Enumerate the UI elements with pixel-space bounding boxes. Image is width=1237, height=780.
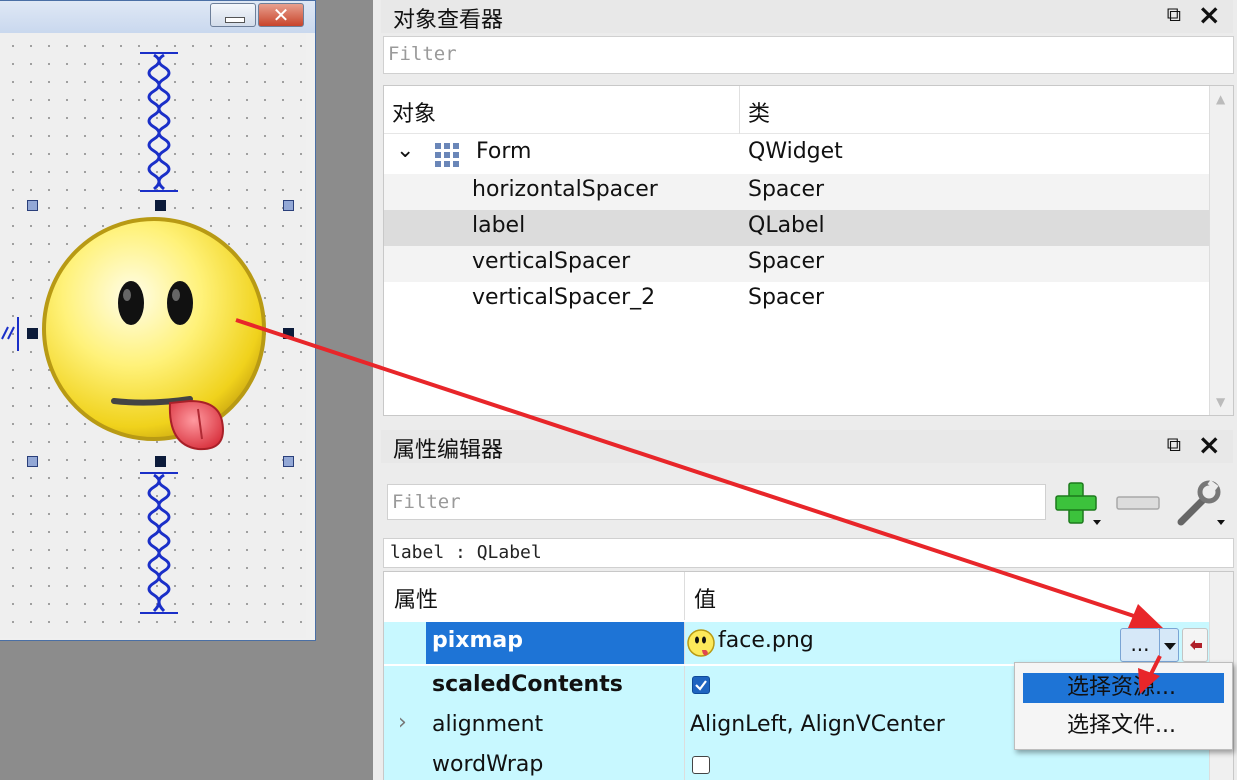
reset-property-button[interactable]: [1182, 628, 1208, 662]
float-dock-icon[interactable]: ⧉: [1167, 432, 1181, 456]
vertical-spacer-top[interactable]: [138, 51, 180, 193]
minimize-button[interactable]: [210, 3, 256, 27]
close-dock-icon[interactable]: ×: [1198, 0, 1221, 31]
horizontal-spacer-fragment[interactable]: [0, 313, 24, 353]
tree-class-name: Spacer: [748, 249, 825, 274]
property-editor-titlebar: 属性编辑器 ⧉ ×: [381, 428, 1233, 463]
object-inspector-title: 对象查看器: [393, 8, 504, 33]
scroll-up-icon[interactable]: ▲: [1216, 92, 1225, 106]
column-header-property[interactable]: 属性: [394, 582, 438, 614]
browse-dropdown-button[interactable]: [1159, 628, 1179, 662]
tree-class-name: QLabel: [748, 213, 825, 238]
object-tree[interactable]: 对象 类 ⌄ Form QWidget horizontalSpacer Spa…: [383, 85, 1234, 416]
menu-item-choose-file[interactable]: 选择文件...: [1023, 711, 1224, 741]
tree-object-name: verticalSpacer: [472, 249, 631, 274]
remove-property-icon[interactable]: [1115, 494, 1163, 512]
tree-class-name: Spacer: [748, 285, 825, 310]
menu-item-choose-resource[interactable]: 选择资源...: [1023, 673, 1224, 703]
face-thumbnail-icon: [687, 629, 715, 657]
expand-chevron-icon[interactable]: ⌄: [396, 138, 414, 163]
tree-class-name: Spacer: [748, 177, 825, 202]
selection-handle[interactable]: [155, 200, 166, 211]
chevron-down-icon: [1164, 643, 1176, 650]
selection-handle[interactable]: [155, 456, 166, 467]
selection-handle[interactable]: [283, 456, 294, 467]
form-titlebar: ✕: [0, 1, 315, 33]
float-dock-icon[interactable]: ⧉: [1167, 2, 1181, 26]
property-table-header: 属性 值: [384, 572, 1210, 620]
selection-handle[interactable]: [27, 328, 38, 339]
expand-chevron-icon[interactable]: ›: [398, 710, 407, 735]
selection-handle[interactable]: [283, 200, 294, 211]
property-filter-input[interactable]: Filter: [387, 484, 1046, 520]
property-row-word-wrap[interactable]: wordWrap: [384, 746, 1210, 780]
pixmap-source-menu: 选择资源... 选择文件...: [1014, 662, 1233, 750]
property-row-pixmap[interactable]: pixmap face.png ...: [384, 622, 1210, 664]
property-name: scaledContents: [432, 672, 623, 697]
tree-row-form[interactable]: ⌄ Form QWidget: [384, 136, 1210, 172]
tree-object-name: horizontalSpacer: [472, 177, 658, 202]
form-design-canvas[interactable]: [0, 33, 306, 638]
tree-row-vertical-spacer[interactable]: verticalSpacer Spacer: [384, 246, 1210, 282]
form-preview-window: ✕: [0, 0, 316, 641]
property-value: AlignLeft, AlignVCenter: [690, 712, 945, 737]
checkmark-icon: [695, 680, 707, 691]
object-filter-input[interactable]: Filter: [383, 36, 1234, 74]
tree-class-name: QWidget: [748, 139, 843, 164]
property-name: pixmap: [432, 628, 523, 653]
selection-handle[interactable]: [27, 200, 38, 211]
property-name: wordWrap: [432, 752, 544, 777]
column-header-object[interactable]: 对象: [384, 86, 740, 134]
object-tree-header: 对象 类: [384, 86, 1210, 134]
property-name: alignment: [432, 712, 544, 737]
scaled-contents-checkbox[interactable]: [692, 676, 710, 694]
column-header-value[interactable]: 值: [694, 582, 716, 614]
tree-object-name: Form: [476, 139, 532, 164]
current-object-indicator: label : QLabel: [383, 538, 1234, 568]
column-header-class[interactable]: 类: [740, 86, 778, 134]
object-inspector-titlebar: 对象查看器 ⧉ ×: [381, 0, 1233, 33]
reset-arrow-icon: [1190, 640, 1202, 650]
form-grid-icon: [435, 143, 459, 167]
wrench-icon[interactable]: [1173, 478, 1229, 530]
add-property-icon[interactable]: [1053, 480, 1105, 528]
selection-handle[interactable]: [27, 456, 38, 467]
close-dock-icon[interactable]: ×: [1198, 428, 1221, 461]
tree-row-label[interactable]: label QLabel: [384, 210, 1210, 246]
word-wrap-checkbox[interactable]: [692, 756, 710, 774]
scroll-down-icon[interactable]: ▼: [1216, 395, 1225, 409]
object-tree-scrollbar[interactable]: ▲ ▼: [1209, 86, 1233, 415]
tree-row-vertical-spacer-2[interactable]: verticalSpacer_2 Spacer: [384, 282, 1210, 318]
property-value: face.png: [718, 628, 814, 653]
face-image-label[interactable]: [40, 213, 272, 453]
selection-handle[interactable]: [283, 328, 294, 339]
tree-row-horizontal-spacer[interactable]: horizontalSpacer Spacer: [384, 174, 1210, 210]
browse-button[interactable]: ...: [1120, 628, 1160, 662]
tree-object-name: verticalSpacer_2: [472, 285, 656, 310]
tree-object-name: label: [472, 213, 526, 238]
property-editor-title: 属性编辑器: [393, 438, 504, 463]
vertical-spacer-bottom[interactable]: [138, 471, 180, 615]
close-window-button[interactable]: ✕: [258, 3, 304, 27]
